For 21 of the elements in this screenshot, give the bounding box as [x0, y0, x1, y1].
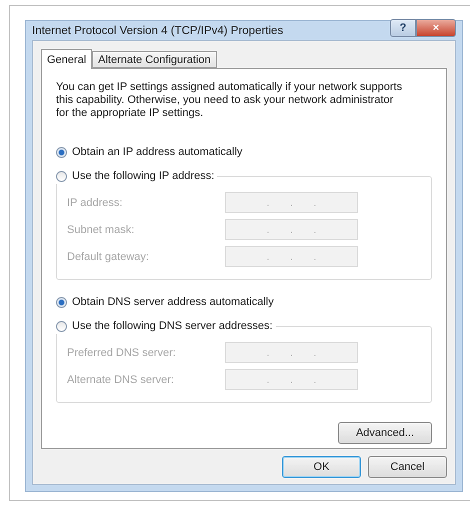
- radio-label[interactable]: Use the following IP address:: [72, 170, 214, 182]
- radio-button[interactable]: [56, 146, 67, 158]
- cancel-button[interactable]: Cancel: [368, 456, 447, 478]
- radio-label[interactable]: Obtain DNS server address automatically: [72, 296, 274, 308]
- help-button[interactable]: ?: [390, 18, 416, 36]
- field-label: Default gateway:: [66, 250, 149, 262]
- window-title: Internet Protocol Version 4 (TCP/IPv4) Properties: [32, 24, 284, 36]
- field-label: Subnet mask:: [66, 224, 134, 236]
- description-text: You can get IP settings assigned automatically if your network supports this capability. Otherwise, you need to ask your network administrator for the appropriate IP settings.: [56, 81, 404, 120]
- ok-button[interactable]: OK: [282, 456, 361, 478]
- radio-button[interactable]: [56, 170, 67, 182]
- radio-label[interactable]: Use the following DNS server addresses:: [72, 320, 273, 332]
- radio-label[interactable]: Obtain an IP address automatically: [72, 146, 242, 158]
- tab[interactable]: Alternate Configuration: [92, 51, 217, 68]
- field-label: Alternate DNS server:: [66, 374, 174, 386]
- advanced-button[interactable]: Advanced...: [338, 422, 432, 444]
- tab[interactable]: General: [41, 49, 92, 69]
- radio-button[interactable]: [56, 320, 67, 332]
- field-label: Preferred DNS server:: [66, 346, 176, 358]
- field-label: IP address:: [66, 196, 122, 208]
- radio-button[interactable]: [56, 296, 67, 308]
